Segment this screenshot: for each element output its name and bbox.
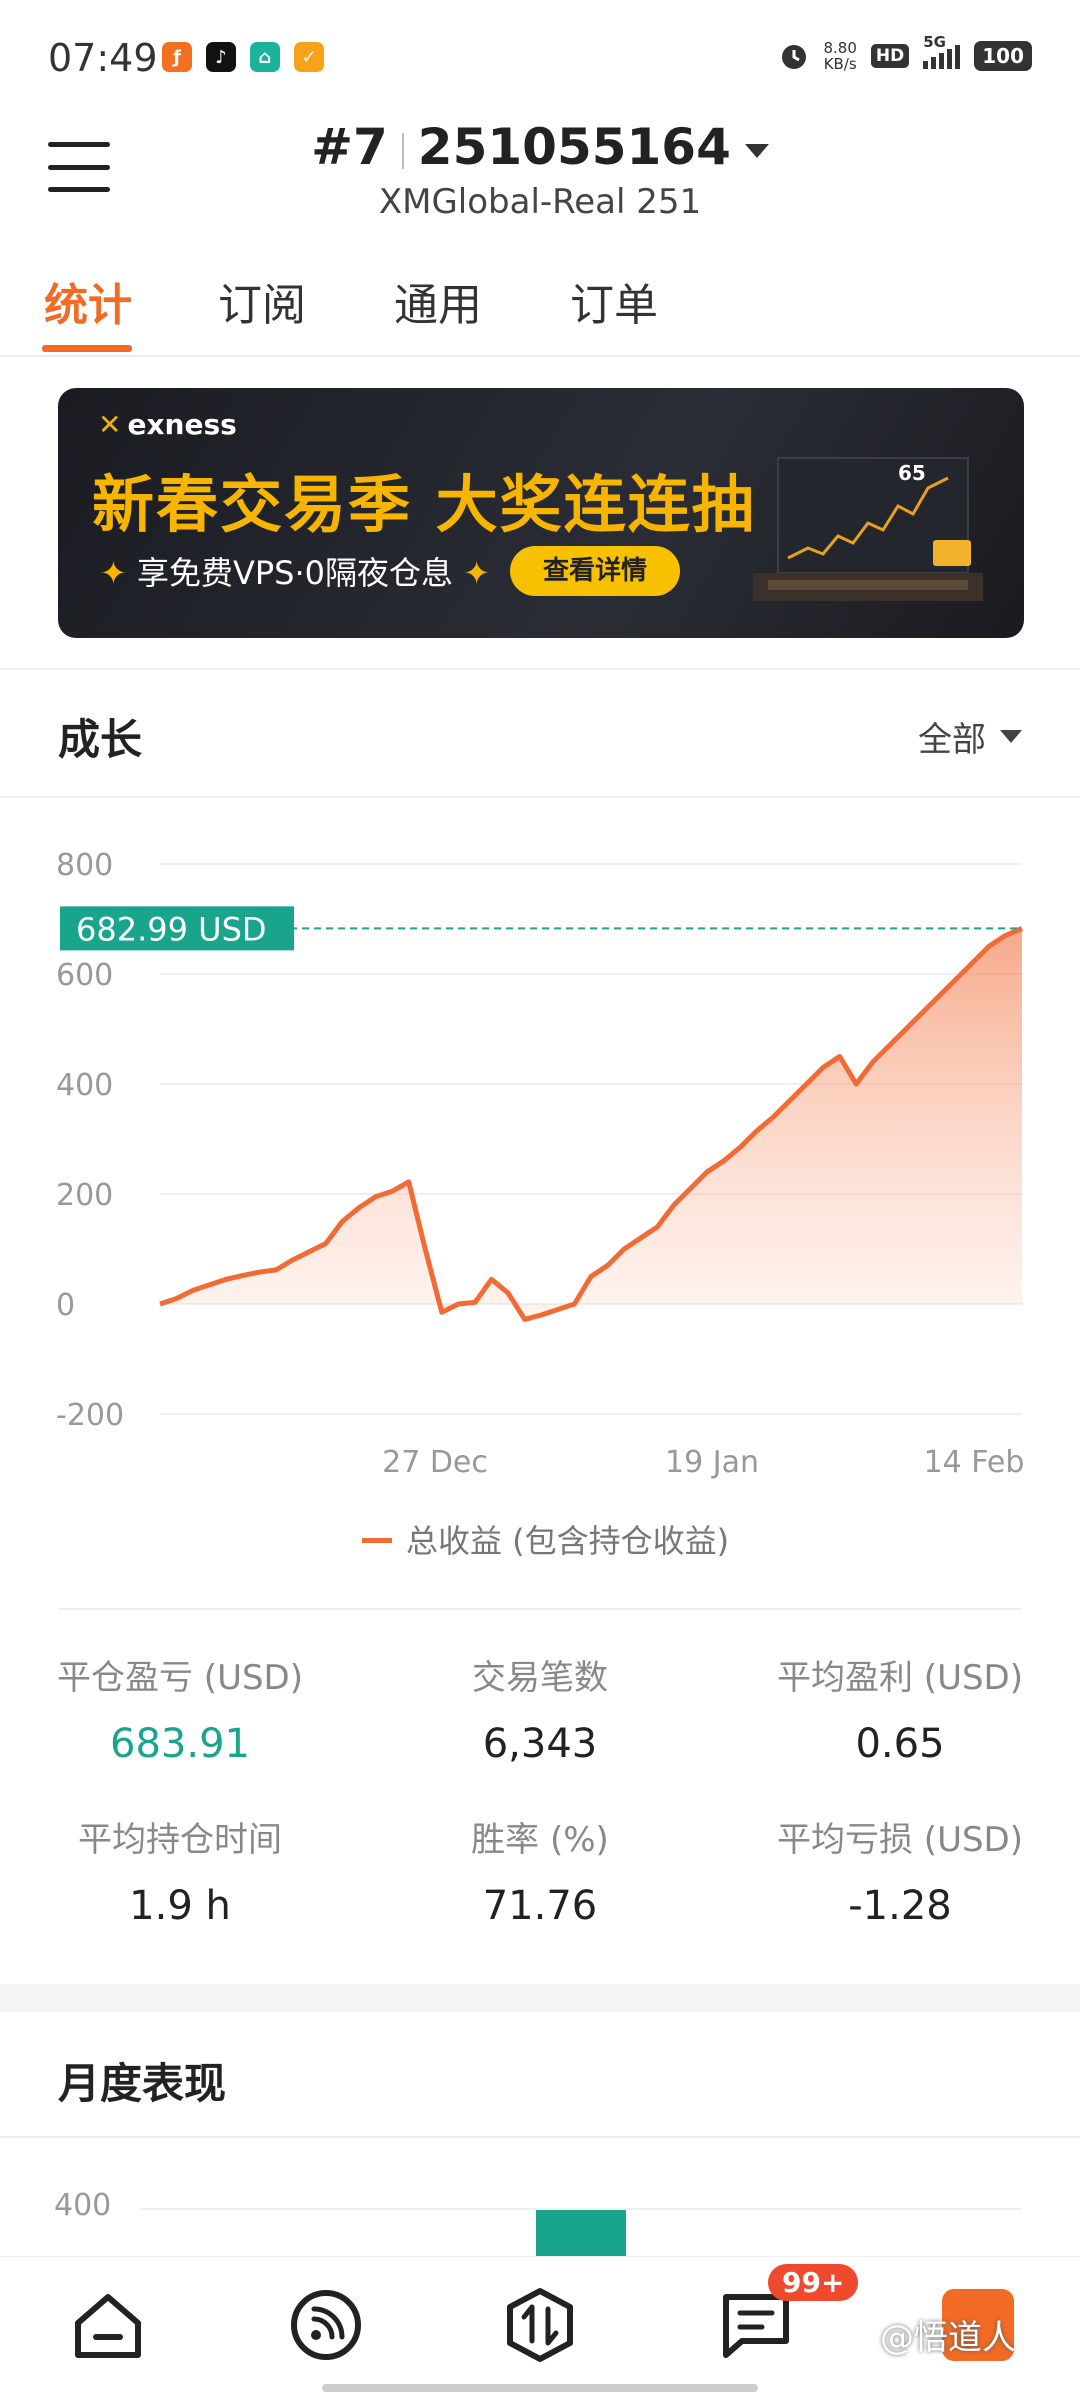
signal-icon: 5G [923,33,961,69]
divider [0,796,1080,798]
monthly-title: 月度表现 [58,2059,227,2108]
app-notification-icon: ƒ [162,42,192,72]
alarm-icon [781,45,806,69]
monthly-bar [536,2210,626,2258]
exness-logo-icon: ✕ [98,408,122,441]
stat-avg-profit: 平均盈利 (USD) 0.65 [777,1658,1023,1767]
watermark: @悟道人 [880,2318,1016,2358]
stat-trade-count: 交易笔数 6,343 [472,1658,608,1767]
signals-icon[interactable] [286,2285,366,2365]
x-tick-label: 27 Dec [382,1445,488,1480]
stat-win-rate: 胜率 (%) 71.76 [471,1820,609,1929]
divider [58,1608,1022,1610]
divider [0,2136,1080,2138]
svg-text:65: 65 [898,461,926,485]
home-icon[interactable] [68,2285,148,2365]
banner-subtitle: ✦ 享免费VPS·0隔夜仓息 ✦ [100,554,491,592]
trade-icon[interactable] [500,2285,580,2365]
y-tick-label: 400 [56,1068,113,1103]
y-tick-label: 800 [56,848,113,883]
battery-icon: 100 [974,41,1032,71]
x-tick-label: 19 Jan [665,1445,759,1480]
home-indicator[interactable] [322,2384,758,2392]
account-server: XMGlobal-Real 251 [378,182,702,222]
banner-brand: ✕ exness [98,408,237,441]
account-index: #7 [311,118,388,176]
stat-avg-hold-time: 平均持仓时间 1.9 h [78,1820,282,1929]
tab-orders[interactable]: 订单 [570,269,658,333]
status-time: 07:49 [48,36,158,80]
messages-badge: 99+ [768,2264,859,2301]
legend-swatch [362,1538,392,1543]
tab-general[interactable]: 通用 [394,269,482,333]
banner-headline: 新春交易季 大奖连连抽 [92,468,756,541]
banner-chart-illustration: 65 [753,457,983,601]
tab-subscribe[interactable]: 订阅 [218,269,306,333]
promo-banner[interactable]: ✕ exness 新春交易季 大奖连连抽 ✦ 享免费VPS·0隔夜仓息 ✦ 查看详… [58,388,1024,638]
section-separator [0,1984,1080,2012]
legend-label: 总收益 (包含持仓收益) [406,1522,729,1560]
tab-bar: 统计 订阅 通用 订单 [0,265,1080,357]
home-app-icon: ⌂ [250,42,280,72]
account-number: 251055164 [417,118,731,176]
banner-details-button[interactable]: 查看详情 [510,546,680,596]
app-notification-icon-2: ✓ [294,42,324,72]
status-indicators: 8.80 KB/s HD 5G 100 [778,33,1032,73]
growth-chart: 800 600 400 200 0 -200 682.99 USD 27 Dec 19 Ja… [56,848,1025,1560]
account-selector[interactable]: #7 251055164 [0,118,1080,176]
y-tick-label: 200 [56,1178,113,1213]
network-speed: 8.80 KB/s [823,39,857,73]
hd-icon: HD [870,44,910,68]
range-dropdown[interactable]: 全部 [918,712,1022,761]
y-tick-label: 0 [56,1288,75,1323]
growth-title: 成长 [58,715,143,764]
tab-active-indicator [42,345,132,352]
divider [0,668,1080,670]
tiktok-icon: ♪ [206,42,236,72]
stat-avg-loss: 平均亏损 (USD) -1.28 [777,1820,1023,1929]
current-value-label: 682.99 USD [76,910,267,948]
y-tick-label: 600 [56,958,113,993]
status-app-icons: ƒ ♪ ⌂ ✓ [162,42,324,72]
chevron-down-icon [1000,730,1022,743]
monthly-y-tick: 400 [54,2188,112,2223]
chevron-down-icon [744,143,769,158]
x-tick-label: 14 Feb [924,1445,1025,1480]
status-bar: 07:49 ƒ ♪ ⌂ ✓ 8.80 KB/s HD 5G 100 [0,0,1080,120]
tab-statistics[interactable]: 统计 [44,269,132,333]
y-tick-label: -200 [56,1398,124,1433]
stat-closed-pnl: 平仓盈亏 (USD) 683.91 [57,1658,303,1767]
